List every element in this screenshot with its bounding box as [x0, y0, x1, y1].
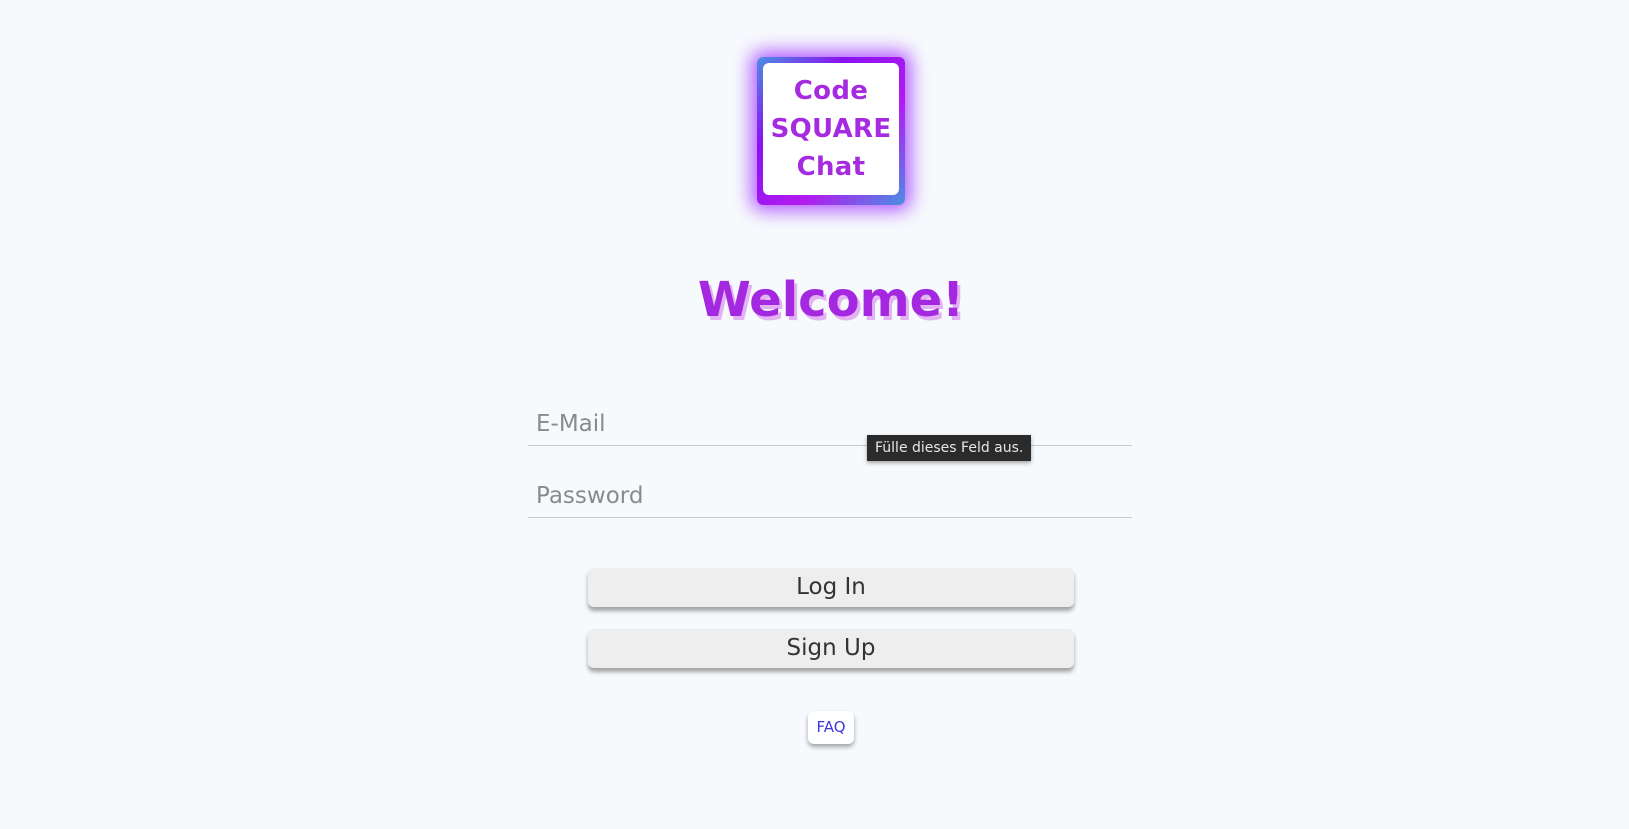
password-field[interactable]: [528, 474, 1132, 518]
logo-line-3: Chat: [796, 152, 866, 182]
logo-line-1: Code: [793, 76, 869, 106]
page-title: Welcome!: [697, 272, 965, 328]
signup-button[interactable]: Sign Up: [588, 629, 1074, 668]
faq-link[interactable]: FAQ: [808, 711, 854, 744]
login-page: Code SQUARE Chat Welcome! Fülle dieses F…: [0, 0, 1629, 829]
email-field[interactable]: [528, 402, 1132, 446]
login-button[interactable]: Log In: [588, 568, 1074, 607]
app-logo-inner: Code SQUARE Chat: [763, 63, 899, 195]
app-logo: Code SQUARE Chat: [757, 57, 905, 205]
validation-tooltip: Fülle dieses Feld aus.: [867, 435, 1032, 461]
logo-line-2: SQUARE: [770, 114, 892, 144]
